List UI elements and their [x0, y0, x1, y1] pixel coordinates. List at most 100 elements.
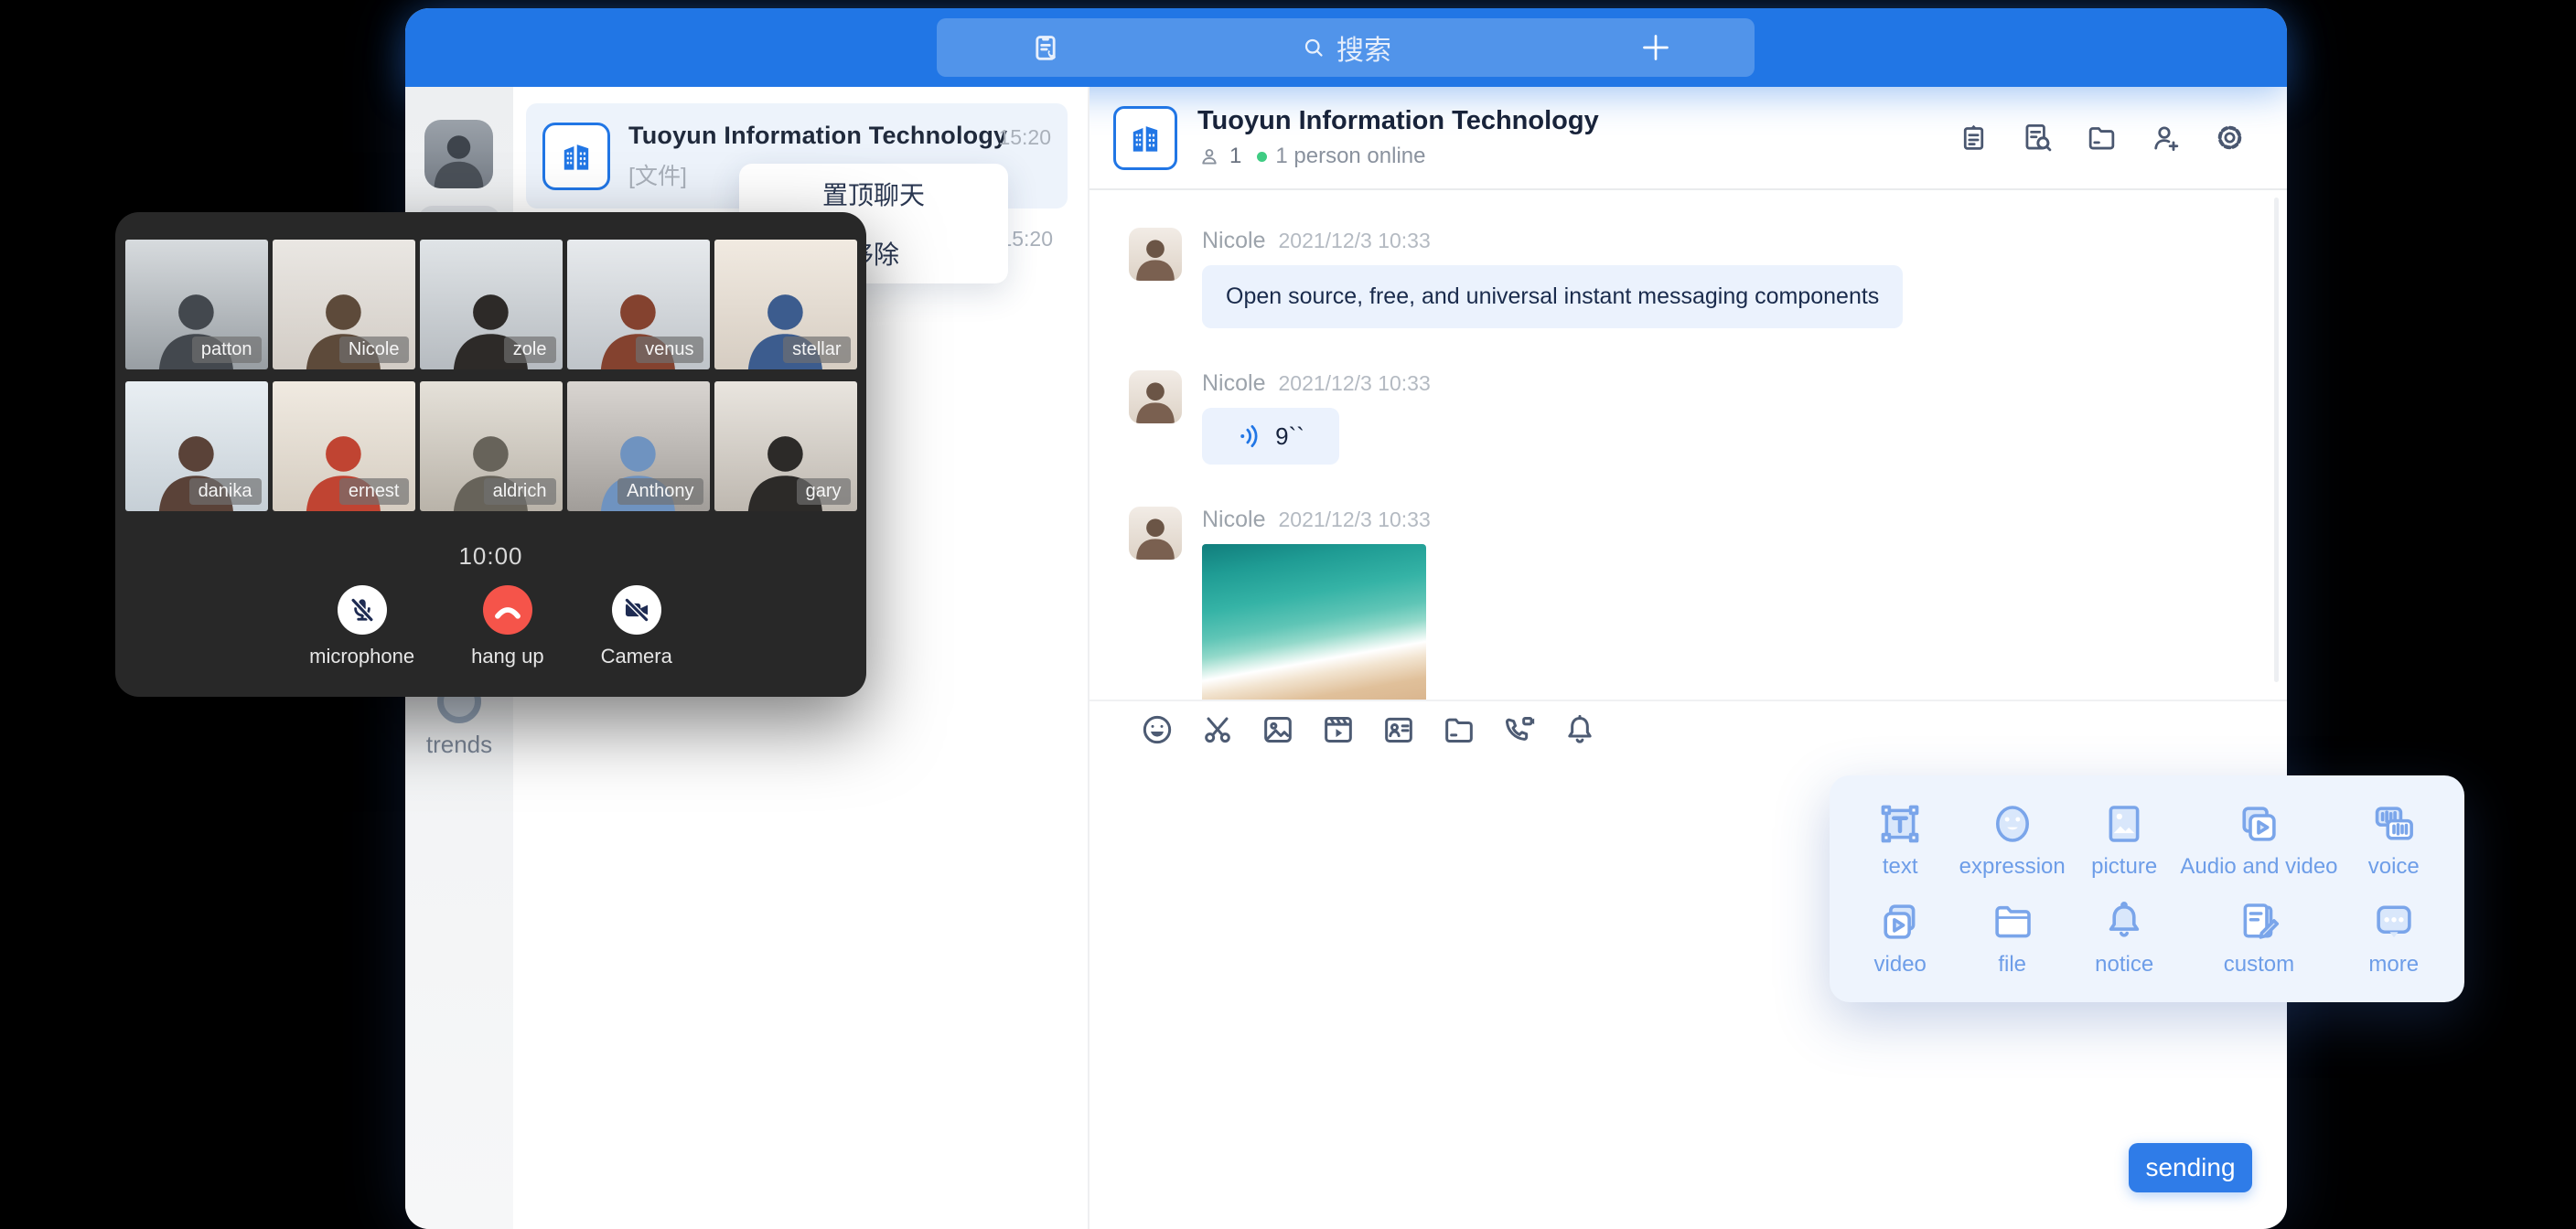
- microphone-button[interactable]: [338, 585, 387, 635]
- avatar[interactable]: [1129, 370, 1182, 423]
- p-video-icon: [1875, 897, 1925, 946]
- conversation-time: 15:20: [1000, 227, 1053, 251]
- panel-item-notice[interactable]: notice: [2068, 897, 2180, 978]
- notice-board-button[interactable]: [1957, 121, 1991, 155]
- beach-photo[interactable]: [1202, 544, 1426, 700]
- avatar[interactable]: [1129, 507, 1182, 560]
- chat-history-button[interactable]: [2021, 121, 2055, 155]
- call-timer: 10:00: [115, 542, 866, 571]
- emoji-button[interactable]: [1139, 711, 1175, 748]
- add-member-button[interactable]: [2149, 121, 2183, 155]
- screenshot-icon: [1199, 711, 1236, 748]
- panel-item-audio-and-video[interactable]: Audio and video: [2180, 799, 2337, 881]
- screenshot-button[interactable]: [1199, 711, 1236, 748]
- participant-name: ernest: [339, 478, 409, 505]
- panel-item-label: video: [1874, 952, 1927, 978]
- microphone-muted-icon: [347, 594, 378, 625]
- hang-up-icon: [490, 593, 525, 627]
- participant-name: zole: [504, 337, 556, 363]
- p-custom-icon: [2234, 897, 2283, 946]
- participant-name: Anthony: [617, 478, 703, 505]
- panel-item-expression[interactable]: expression: [1956, 799, 2067, 881]
- panel-item-label: Audio and video: [2180, 854, 2337, 880]
- video-clip-button[interactable]: [1320, 711, 1357, 748]
- voice-duration: 9``: [1275, 422, 1304, 451]
- camera-button[interactable]: [612, 585, 661, 635]
- notification-icon: [1562, 711, 1598, 748]
- control-label: hang up: [471, 645, 544, 668]
- voice-message-bubble[interactable]: 9``: [1202, 408, 1339, 465]
- video-call-overlay: patton Nicole zole venus stellar danika ernest…: [115, 212, 866, 697]
- member-count: 1: [1229, 144, 1241, 169]
- panel-item-custom[interactable]: custom: [2180, 897, 2337, 978]
- picture-icon: [1260, 711, 1296, 748]
- camera-off-icon: [621, 594, 652, 625]
- header-actions: [1957, 121, 2247, 155]
- control-label: Camera: [601, 645, 672, 668]
- emoji-icon: [1139, 711, 1175, 748]
- panel-item-label: text: [1883, 854, 1918, 880]
- panel-item-more[interactable]: more: [2338, 897, 2450, 978]
- participant-name: gary: [797, 478, 851, 505]
- folder-button[interactable]: [1441, 711, 1477, 748]
- control-label: microphone: [309, 645, 414, 668]
- p-picture-icon: [2099, 799, 2149, 849]
- panel-item-label: picture: [2091, 854, 2157, 880]
- panel-item-label: voice: [2368, 854, 2420, 880]
- building-icon: [1125, 118, 1165, 158]
- video-tile: Anthony: [567, 381, 710, 511]
- online-status: 1 person online: [1275, 144, 1425, 169]
- conversation-title: Tuoyun Information Technology: [628, 122, 1007, 150]
- search-icon: [1300, 34, 1327, 61]
- message-image: Nicole 2021/12/3 10:33: [1129, 507, 2287, 700]
- participant-name: Nicole: [339, 337, 409, 363]
- building-icon: [556, 136, 596, 176]
- panel-item-file[interactable]: file: [1956, 897, 2067, 978]
- send-button[interactable]: sending: [2129, 1143, 2252, 1192]
- p-av-icon: [2234, 799, 2283, 849]
- search-bar[interactable]: 搜索: [937, 18, 1755, 77]
- video-call-icon: [1501, 711, 1538, 748]
- member-icon: [1197, 144, 1221, 168]
- call-controls: microphone hang up Camera: [115, 585, 866, 668]
- avatar[interactable]: [1129, 228, 1182, 281]
- scrollbar[interactable]: [2274, 198, 2279, 682]
- participant-name: venus: [636, 337, 703, 363]
- settings-button[interactable]: [2213, 121, 2247, 155]
- panel-item-label: notice: [2095, 952, 2153, 978]
- panel-item-voice[interactable]: voice: [2338, 799, 2450, 881]
- attachment-panel: text expression picture Audio and video voic…: [1830, 775, 2464, 1002]
- composer-toolbar: [1089, 700, 2287, 758]
- chat-header: Tuoyun Information Technology 1 1 person…: [1089, 87, 2287, 190]
- settings-icon: [2213, 121, 2247, 155]
- file-folder-button[interactable]: [2085, 121, 2119, 155]
- conversation-time: 15:20: [998, 125, 1051, 150]
- panel-item-label: more: [2368, 952, 2419, 978]
- add-icon[interactable]: [1637, 29, 1674, 66]
- hang-up-button[interactable]: [483, 585, 532, 635]
- message-timestamp: 2021/12/3 10:33: [1278, 508, 1430, 532]
- add-member-icon: [2149, 121, 2183, 155]
- video-tile: danika: [125, 381, 268, 511]
- video-tile: zole: [420, 240, 563, 369]
- video-grid: patton Nicole zole venus stellar danika ernest…: [124, 240, 857, 511]
- video-tile: patton: [125, 240, 268, 369]
- picture-button[interactable]: [1260, 711, 1296, 748]
- desktop: { "topbar": { "search_label": "搜索" }, "s…: [0, 0, 2576, 1229]
- panel-item-label: expression: [1959, 854, 2066, 880]
- panel-item-text[interactable]: text: [1844, 799, 1956, 881]
- panel-item-label: file: [1998, 952, 2026, 978]
- message-text: Nicole 2021/12/3 10:33 Open source, free…: [1129, 228, 2287, 328]
- online-dot: [1257, 152, 1267, 162]
- chat-title: Tuoyun Information Technology: [1197, 106, 1599, 136]
- contact-card-button[interactable]: [1380, 711, 1417, 748]
- message-list: Nicole 2021/12/3 10:33 Open source, free…: [1089, 190, 2287, 700]
- notification-button[interactable]: [1562, 711, 1598, 748]
- video-tile: stellar: [714, 240, 857, 369]
- search-field[interactable]: 搜索: [937, 18, 1755, 77]
- p-voice-icon: [2369, 799, 2419, 849]
- panel-item-picture[interactable]: picture: [2068, 799, 2180, 881]
- panel-item-video[interactable]: video: [1844, 897, 1956, 978]
- user-avatar[interactable]: [424, 120, 493, 188]
- video-call-button[interactable]: [1501, 711, 1538, 748]
